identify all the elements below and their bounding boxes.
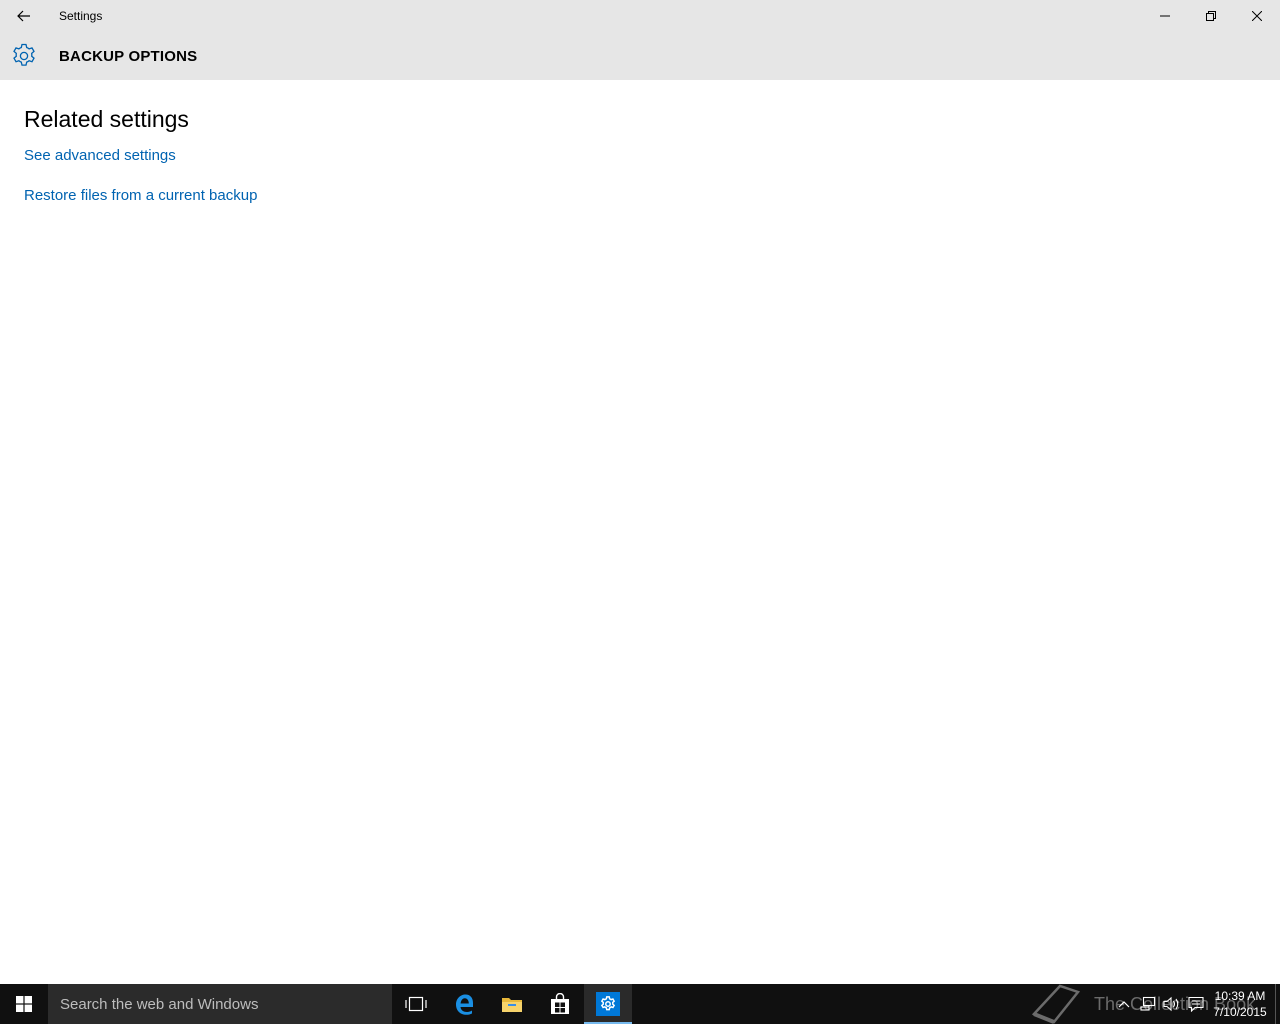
header-icon-container	[0, 32, 48, 80]
show-hidden-icons-button[interactable]	[1112, 984, 1136, 1024]
windows-logo-icon	[16, 996, 32, 1012]
taskbar-clock[interactable]: 10:39 AM 7/10/2015	[1206, 988, 1274, 1020]
page-header: BACKUP OPTIONS	[0, 32, 1280, 80]
arrow-left-icon	[17, 10, 30, 22]
edge-button[interactable]	[440, 984, 488, 1024]
taskbar: Search the web and Windows The Collectio…	[0, 984, 1280, 1024]
task-view-button[interactable]	[392, 984, 440, 1024]
task-view-icon	[405, 996, 427, 1012]
page-title: BACKUP OPTIONS	[59, 47, 198, 65]
volume-button[interactable]	[1160, 984, 1184, 1024]
action-center-button[interactable]	[1184, 984, 1208, 1024]
taskbar-search-box[interactable]: Search the web and Windows	[48, 984, 392, 1024]
settings-icon	[600, 996, 616, 1011]
title-bar: Settings	[0, 0, 1280, 32]
store-icon	[551, 993, 569, 1014]
restore-button[interactable]	[1188, 0, 1234, 32]
file-explorer-icon	[502, 998, 522, 1012]
edge-icon	[456, 994, 473, 1015]
chevron-up-icon	[1118, 1001, 1130, 1008]
show-desktop-button[interactable]	[1275, 984, 1280, 1024]
back-button[interactable]	[0, 0, 48, 32]
start-button[interactable]	[0, 984, 48, 1024]
system-tray	[1112, 984, 1208, 1024]
minimize-icon	[1160, 15, 1170, 17]
network-button[interactable]	[1136, 984, 1160, 1024]
minimize-button[interactable]	[1142, 0, 1188, 32]
gear-icon	[13, 43, 35, 66]
search-placeholder: Search the web and Windows	[60, 995, 259, 1013]
close-icon	[1252, 11, 1262, 21]
store-button[interactable]	[536, 984, 584, 1024]
settings-taskbar-button[interactable]	[584, 984, 632, 1024]
action-center-icon	[1188, 996, 1204, 1012]
settings-tile	[596, 992, 620, 1016]
file-explorer-button[interactable]	[488, 984, 536, 1024]
section-title-related-settings: Related settings	[24, 106, 189, 132]
see-advanced-settings-link[interactable]: See advanced settings	[24, 146, 1256, 166]
close-button[interactable]	[1234, 0, 1280, 32]
main-content: Related settings See advanced settings R…	[24, 80, 1256, 206]
restore-files-link[interactable]: Restore files from a current backup	[24, 186, 1256, 206]
restore-icon	[1206, 11, 1216, 21]
volume-icon	[1163, 996, 1179, 1012]
book-icon	[1031, 984, 1080, 1024]
window-title: Settings	[59, 9, 103, 23]
network-icon	[1140, 996, 1156, 1011]
clock-date: 7/10/2015	[1213, 1005, 1267, 1019]
clock-time: 10:39 AM	[1214, 989, 1266, 1003]
